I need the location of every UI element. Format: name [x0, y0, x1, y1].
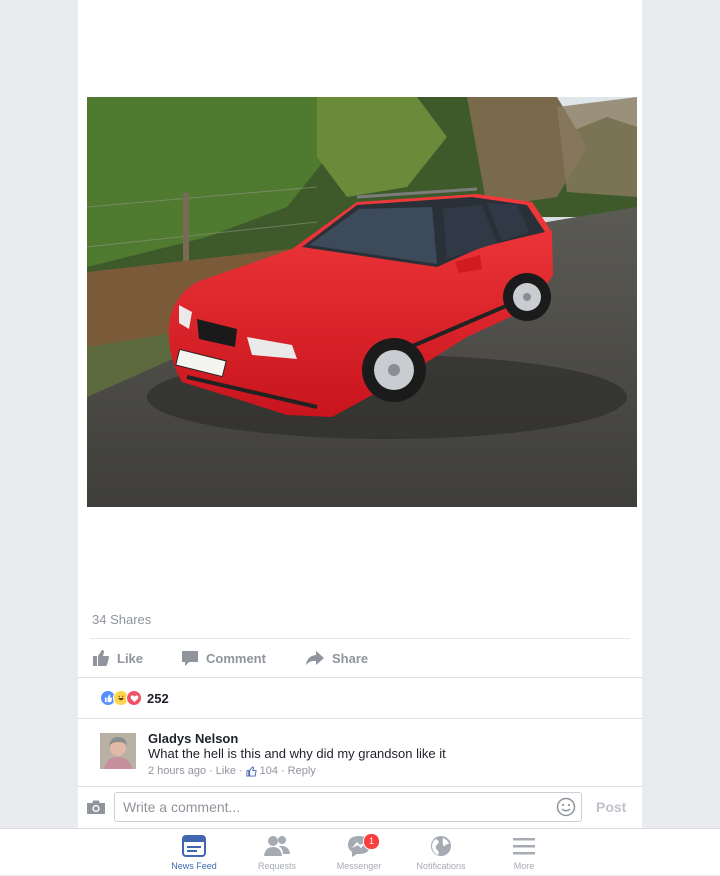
comment-label: Comment — [206, 650, 266, 666]
red-car-photo — [87, 97, 637, 507]
comment-reply-link[interactable]: Reply — [288, 765, 316, 777]
tab-more[interactable]: More — [484, 829, 564, 876]
tab-requests[interactable]: Requests — [237, 829, 317, 876]
bottom-tab-bar: News Feed Requests 1 Messenger Notificat… — [0, 828, 720, 875]
comment-text: What the hell is this and why did my gra… — [148, 746, 446, 761]
comment-like-count: 104 — [259, 765, 278, 777]
post-comment-button[interactable]: Post — [596, 799, 626, 815]
post-photo[interactable] — [87, 97, 637, 507]
tab-label: Messenger — [336, 861, 382, 871]
divider — [78, 677, 642, 678]
divider — [90, 638, 630, 639]
shares-count[interactable]: 34 Shares — [92, 612, 151, 627]
tab-label: Requests — [257, 861, 297, 871]
tab-messenger[interactable]: 1 Messenger — [319, 829, 399, 876]
share-button[interactable]: Share — [305, 644, 368, 672]
share-arrow-icon — [306, 651, 324, 665]
share-label: Share — [332, 650, 369, 666]
reaction-count: 252 — [147, 690, 169, 706]
tab-news-feed[interactable]: News Feed — [154, 829, 234, 876]
menu-icon — [513, 838, 535, 855]
commenter-avatar[interactable] — [100, 733, 136, 769]
thumbs-up-outline-icon — [246, 765, 257, 777]
commenter-name[interactable]: Gladys Nelson — [148, 731, 238, 746]
messenger-badge: 1 — [363, 833, 380, 850]
thumbs-up-icon — [93, 650, 109, 666]
post-actions: Like Comment Share — [78, 644, 642, 676]
comment-icon — [182, 651, 198, 666]
friend-requests-icon — [264, 836, 290, 856]
camera-icon[interactable] — [86, 799, 106, 815]
comment-composer: Post — [78, 786, 642, 828]
reactions-summary[interactable]: 252 — [100, 689, 169, 707]
comment-button[interactable]: Comment — [181, 644, 266, 672]
tab-label: Notifications — [416, 861, 466, 871]
comment-time[interactable]: 2 hours ago — [148, 765, 206, 777]
tab-notifications[interactable]: Notifications — [401, 829, 481, 876]
like-button[interactable]: Like — [92, 644, 143, 672]
like-label: Like — [117, 650, 144, 666]
comment-item: Gladys Nelson What the hell is this and … — [100, 731, 630, 781]
divider — [78, 718, 642, 719]
globe-icon — [431, 836, 451, 856]
tab-label: News Feed — [171, 861, 217, 871]
comment-like-link[interactable]: Like — [216, 765, 236, 777]
tab-label: More — [513, 861, 535, 871]
comment-meta: 2 hours ago · Like · 104 · Reply — [148, 765, 316, 777]
love-reaction-icon — [126, 690, 142, 706]
post-card: 34 Shares Like Comment Share 252 Gladys … — [78, 0, 642, 828]
comment-input[interactable] — [114, 792, 582, 822]
emoji-icon[interactable] — [556, 797, 576, 817]
news-feed-icon — [182, 835, 206, 857]
